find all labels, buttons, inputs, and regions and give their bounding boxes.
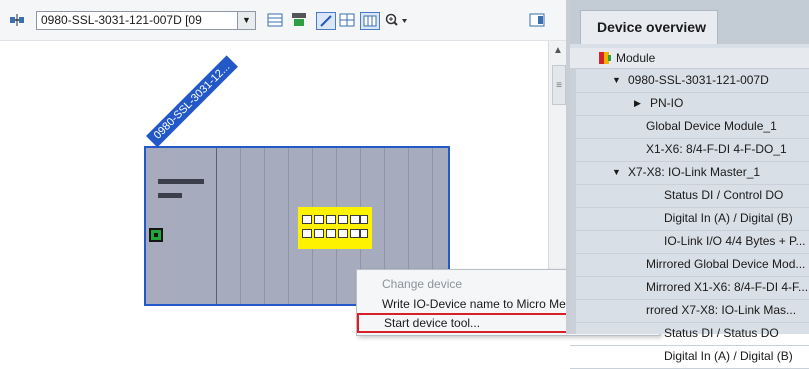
tree-row-label: X7-X8: IO-Link Master_1	[628, 165, 761, 179]
slot-rail	[240, 148, 241, 304]
column-header-label: Module	[616, 51, 656, 65]
tree-row-label: Digital In (A) / Digital (B)	[664, 211, 793, 225]
port-icon	[360, 215, 368, 224]
tree-row-label: Mirrored Global Device Mod...	[646, 257, 806, 271]
io-link-ports[interactable]	[298, 207, 372, 249]
panel-header: Device overview	[570, 0, 809, 44]
device-select[interactable]: 0980-SSL-3031-121-007D [09 ▼	[36, 11, 256, 30]
port-icon	[350, 215, 360, 224]
status-bar	[158, 179, 204, 184]
slot-rail	[264, 148, 265, 304]
table-icon[interactable]	[266, 12, 284, 28]
tree-row-label: rrored X7-X8: IO-Link Mas...	[646, 303, 797, 317]
device-head-module	[146, 148, 217, 304]
tree-row[interactable]: Status DI / Status DO	[570, 322, 809, 346]
tree-row[interactable]: ▼ X7-X8: IO-Link Master_1	[570, 161, 809, 185]
module-icon	[598, 51, 612, 71]
port-icon	[350, 229, 360, 238]
edit-icon[interactable]	[316, 12, 336, 30]
expand-down-icon[interactable]: ▼	[612, 161, 621, 184]
layout-icon[interactable]	[528, 12, 546, 28]
expand-right-icon[interactable]: ▶	[634, 92, 641, 115]
device-overview-panel: Device overview Module ▼ 0980-SSL-3031-12…	[570, 0, 809, 369]
tree-row-label: Global Device Module_1	[646, 119, 777, 133]
column-header-module[interactable]: Module	[570, 48, 809, 69]
device-select-value: 0980-SSL-3031-121-007D [09	[41, 13, 202, 27]
expand-down-icon[interactable]: ▼	[612, 69, 621, 92]
name-icon[interactable]	[290, 12, 308, 28]
columns-icon[interactable]	[360, 12, 380, 30]
slot-rail	[288, 148, 289, 304]
tree-row-label: 0980-SSL-3031-121-007D	[628, 73, 769, 87]
port-icon	[338, 215, 348, 224]
scroll-thumb[interactable]: ≡	[552, 65, 566, 105]
tree-row[interactable]: ▶ PN-IO	[570, 92, 809, 116]
port-icon	[338, 229, 348, 238]
zoom-icon[interactable]	[384, 12, 412, 28]
network-icon[interactable]	[8, 12, 26, 28]
tree-row[interactable]: Digital In (A) / Digital (B)	[570, 345, 809, 369]
grid-icon[interactable]	[338, 12, 356, 28]
tree-row[interactable]: Mirrored X1-X6: 8/4-F-DI 4-F...	[570, 276, 809, 300]
diagram-toolbar: 0980-SSL-3031-121-007D [09 ▼	[0, 0, 566, 41]
tree-row[interactable]: IO-Link I/O 4/4 Bytes + P...	[570, 230, 809, 254]
port-icon	[326, 229, 336, 238]
port-icon	[314, 229, 324, 238]
port-icon	[314, 215, 324, 224]
dropdown-arrow-icon[interactable]: ▼	[237, 12, 255, 29]
tree-row-label: Mirrored X1-X6: 8/4-F-DI 4-F...	[646, 280, 809, 294]
status-bar-short	[158, 193, 182, 198]
port-icon	[326, 215, 336, 224]
tree-row[interactable]: ▼ 0980-SSL-3031-121-007D	[570, 69, 809, 93]
port-icon	[302, 215, 312, 224]
tree-row[interactable]: Global Device Module_1	[570, 115, 809, 139]
tree-row[interactable]: Digital In (A) / Digital (B)	[570, 207, 809, 231]
tree-row-label: Status DI / Control DO	[664, 188, 784, 202]
tree-row[interactable]: Status DI / Control DO	[570, 184, 809, 208]
tab-device-overview[interactable]: Device overview	[580, 10, 718, 44]
port-icon	[302, 229, 312, 238]
tree-row[interactable]: X1-X6: 8/4-F-DI 4-F-DO_1	[570, 138, 809, 162]
tree-row[interactable]: Mirrored Global Device Mod...	[570, 253, 809, 277]
tree-row-label: IO-Link I/O 4/4 Bytes + P...	[664, 234, 806, 248]
tree-row[interactable]: rrored X7-X8: IO-Link Mas...	[570, 299, 809, 323]
tree-row-label: PN-IO	[650, 96, 684, 110]
port-icon	[360, 229, 368, 238]
ethernet-port-icon[interactable]	[149, 228, 163, 242]
tree-row-label: X1-X6: 8/4-F-DI 4-F-DO_1	[646, 142, 787, 156]
scroll-up-icon[interactable]: ▲	[551, 43, 565, 57]
tree-row-label: Digital In (A) / Digital (B)	[664, 349, 793, 363]
